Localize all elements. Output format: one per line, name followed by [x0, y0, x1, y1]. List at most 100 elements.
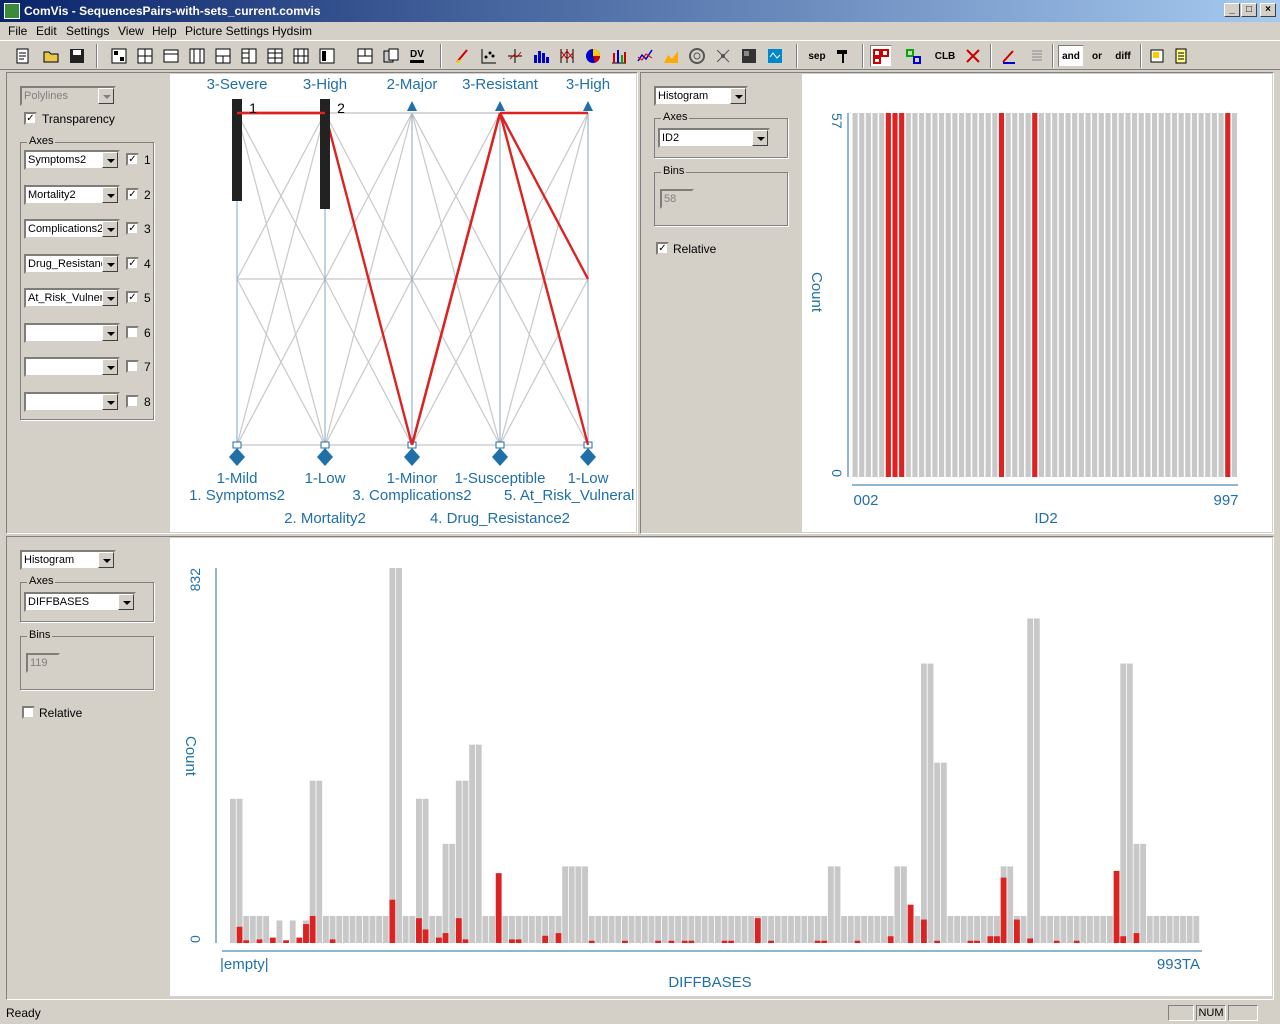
pc-axis-select-1[interactable]: Symptoms2	[24, 150, 120, 170]
histogram-bar[interactable]	[621, 915, 628, 943]
histogram-bar[interactable]	[1193, 915, 1200, 943]
histogram-bar-highlighted[interactable]	[296, 937, 303, 943]
histogram-bar[interactable]	[899, 113, 905, 477]
histogram-bar[interactable]	[1005, 113, 1011, 477]
axis-drag-diamond-icon[interactable]	[580, 448, 596, 466]
histogram-bar[interactable]	[382, 915, 389, 943]
layout-1-icon[interactable]	[108, 45, 130, 67]
histogram-bar-highlighted[interactable]	[283, 940, 289, 943]
histogram-bar[interactable]	[1093, 915, 1100, 943]
map-icon[interactable]	[764, 45, 786, 67]
histogram-bar[interactable]	[1218, 113, 1224, 477]
histogram-bar[interactable]	[945, 113, 951, 477]
bar-chart-icon[interactable]	[608, 45, 630, 67]
histogram-bar-highlighted[interactable]	[668, 940, 675, 943]
histogram-bar-highlighted[interactable]	[588, 940, 595, 943]
histogram-bar[interactable]	[675, 915, 681, 943]
histogram-bar-highlighted[interactable]	[389, 899, 396, 943]
histogram-bar[interactable]	[821, 915, 828, 943]
histogram-bar-highlighted[interactable]	[422, 929, 429, 943]
pc-axis-select-6[interactable]	[24, 322, 120, 343]
histogram-bar[interactable]	[934, 762, 941, 943]
pc-axis-enable-checkbox-4[interactable]: ✓	[126, 256, 139, 270]
histogram-bar[interactable]	[925, 113, 931, 477]
histogram-bar-highlighted[interactable]	[1073, 940, 1080, 943]
histogram-bar[interactable]	[905, 113, 911, 477]
histogram-bar[interactable]	[628, 915, 635, 943]
histogram-bar-highlighted[interactable]	[269, 937, 276, 943]
histogram-bar[interactable]	[801, 915, 808, 943]
histogram-bar[interactable]	[1045, 113, 1051, 477]
histogram-bar-highlighted[interactable]	[887, 936, 894, 943]
histogram-bar[interactable]	[1166, 915, 1173, 943]
histogram-bar[interactable]	[1078, 113, 1084, 477]
histogram-bar[interactable]	[827, 866, 834, 943]
histogram-bar[interactable]	[236, 798, 243, 943]
histogram-bar[interactable]	[249, 915, 256, 943]
axis-drag-diamond-icon[interactable]	[317, 448, 333, 466]
histogram-bar[interactable]	[323, 915, 329, 943]
histogram-bar-highlighted[interactable]	[442, 933, 449, 943]
copy-icon[interactable]	[380, 45, 402, 67]
h2-relative-checkbox[interactable]	[22, 706, 35, 719]
histogram-bar[interactable]	[932, 113, 938, 477]
layout-3-icon[interactable]	[160, 45, 182, 67]
axis-top-arrow-icon[interactable]	[583, 101, 593, 111]
histogram-bar[interactable]	[442, 843, 449, 943]
histogram-bar[interactable]	[668, 915, 675, 943]
histogram-icon[interactable]	[530, 45, 552, 67]
layout-8-icon[interactable]	[290, 45, 312, 67]
open-folder-icon[interactable]	[40, 45, 62, 67]
histogram-bar[interactable]	[939, 113, 945, 477]
histogram-bar[interactable]	[867, 915, 874, 943]
histogram-bar[interactable]	[615, 915, 622, 943]
histogram-bar-highlighted[interactable]	[303, 924, 309, 943]
histogram-bar-highlighted[interactable]	[1133, 933, 1140, 943]
pen-icon[interactable]	[998, 45, 1020, 67]
histogram-bar[interactable]	[1072, 113, 1078, 477]
h2-bins-input[interactable]: 119	[26, 653, 60, 673]
h1-view-type-select[interactable]: Histogram	[654, 86, 748, 106]
transparency-checkbox[interactable]: ✓	[24, 112, 37, 125]
histogram-bar[interactable]	[342, 915, 349, 943]
menu-settings[interactable]: Settings	[66, 24, 109, 38]
pc-axis-enable-checkbox-5[interactable]: ✓	[126, 291, 139, 304]
histogram-bar[interactable]	[920, 663, 927, 943]
histogram-bar[interactable]	[741, 915, 748, 943]
histogram-bar[interactable]	[1100, 915, 1107, 943]
histogram-bar-highlighted[interactable]	[814, 940, 821, 943]
histogram-bar[interactable]	[402, 915, 409, 943]
histogram-bar[interactable]	[1225, 113, 1231, 477]
histogram-bar[interactable]	[1087, 915, 1093, 943]
diff-button[interactable]: diff	[1112, 45, 1134, 67]
histogram-bar[interactable]	[960, 915, 967, 943]
histogram-bar[interactable]	[1146, 915, 1153, 943]
close-button[interactable]: ×	[1260, 3, 1276, 17]
pc-axis-enable-checkbox-3[interactable]: ✓	[126, 222, 139, 235]
histogram-bar[interactable]	[695, 915, 701, 943]
histogram-bar[interactable]	[1047, 915, 1054, 943]
histogram-bar[interactable]	[919, 113, 925, 477]
histogram-bar[interactable]	[980, 915, 987, 943]
pc-axis-select-2[interactable]: Mortality2	[24, 184, 120, 205]
histogram-bar-highlighted[interactable]	[1000, 877, 1007, 943]
histogram-bar[interactable]	[449, 843, 456, 943]
histogram-bar[interactable]	[1038, 113, 1044, 477]
pie-chart-icon[interactable]	[582, 45, 604, 67]
histogram-bar-highlighted[interactable]	[920, 919, 927, 943]
histogram-bar-highlighted[interactable]	[907, 904, 914, 943]
histogram-bar-highlighted[interactable]	[854, 940, 861, 943]
histogram-bar[interactable]	[1198, 113, 1204, 477]
and-button[interactable]: and	[1058, 45, 1084, 67]
histogram-bar[interactable]	[1105, 113, 1111, 477]
histogram-bar[interactable]	[978, 113, 985, 477]
histogram-bar-highlighted[interactable]	[728, 940, 735, 943]
histogram-bar-highlighted[interactable]	[542, 935, 549, 943]
pc-axis-select-5[interactable]: At_Risk_Vulnerable2	[24, 288, 120, 308]
histogram-bar-highlighted[interactable]	[974, 940, 980, 943]
histogram-bar[interactable]	[661, 915, 668, 943]
h2-view-type-select[interactable]: Histogram	[20, 550, 116, 570]
histogram-bar-highlighted[interactable]	[309, 915, 316, 943]
histogram-bar[interactable]	[1133, 843, 1140, 943]
histogram-bar[interactable]	[1027, 618, 1034, 943]
